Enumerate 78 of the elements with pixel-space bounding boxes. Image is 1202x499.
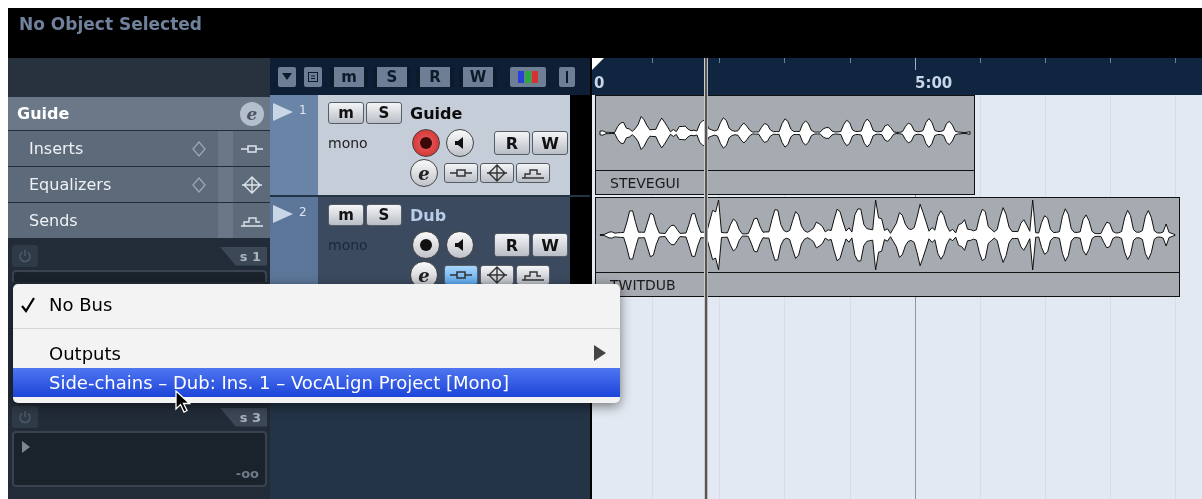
toolbar-toggle[interactable]: m [330,66,368,87]
equalizer-icon [487,164,507,182]
track-number: 1 [299,103,307,117]
record-button[interactable] [412,129,440,157]
read-button[interactable]: R [494,131,530,155]
read-button[interactable]: R [494,233,530,257]
speaker-icon [455,137,465,149]
track-name: Guide [410,103,463,123]
send-slot-tab[interactable]: s 3 [219,407,267,427]
send-icon [522,269,544,281]
insert-icon [450,270,472,280]
record-icon [420,137,432,149]
event-name: STEVEGUI [610,174,680,191]
menu-item[interactable]: Side-chains – Dub: Ins. 1 – VocALign Project [Mono] [13,368,620,397]
toolbar-toggle[interactable]: W [459,66,497,87]
flag-icon [273,103,293,121]
insert-icon [240,143,263,154]
list-icon [308,71,318,82]
info-title: No Object Selected [19,14,202,34]
section-label: Sends [29,211,78,230]
solo-button[interactable]: S [366,204,402,226]
inserts-button[interactable] [444,265,478,285]
sends-button[interactable] [516,163,550,183]
inserts-button[interactable] [444,163,478,183]
mute-button[interactable]: m [328,102,364,124]
diamond-icon [192,140,206,157]
play-icon [22,441,30,453]
send-field[interactable] [12,270,267,282]
color-bars-icon [518,70,538,83]
color-button[interactable] [510,66,546,87]
monitor-button[interactable] [446,129,474,157]
send-field[interactable]: -oo [12,431,267,487]
section-label: Equalizers [29,175,112,194]
toolbar-toggle[interactable]: S [373,66,411,87]
send-icon [240,214,263,227]
sends-button[interactable] [516,265,550,285]
equalizer-button[interactable] [480,163,514,183]
record-icon [420,239,432,251]
monitor-button[interactable] [446,231,474,259]
track-name: Guide [17,104,70,123]
toolbar-toggle[interactable]: R [416,66,454,87]
send-icon [522,167,544,179]
submenu-arrow-icon [594,345,606,361]
track-row[interactable]: 1 m S Guide mono R W e [270,95,590,195]
write-button[interactable]: W [532,233,568,257]
solo-button[interactable]: S [366,102,402,124]
flag-icon [273,205,293,223]
insert-icon [450,168,472,178]
equalizer-icon [487,266,507,284]
track-name: Dub [410,205,447,225]
event-name: TWITDUB [610,276,676,293]
speaker-icon [455,239,465,251]
list-button[interactable] [304,66,322,87]
inspector-track-header[interactable]: Guide e [8,97,270,130]
time-label: 5:00 [915,74,953,92]
edit-button[interactable]: e [410,159,438,187]
menu-item[interactable]: Outputs [13,339,620,368]
send-level: -oo [235,466,259,481]
equalizer-icon [241,175,262,194]
caret-icon [282,73,292,80]
time-ruler[interactable]: 0 5:00 [590,58,1202,95]
channel-mode: mono [328,135,369,151]
mute-button[interactable]: m [328,204,364,226]
send-slot-tab[interactable]: s 1 [219,246,267,266]
divider-button[interactable] [559,66,575,87]
track-number: 2 [299,205,307,219]
audio-event[interactable]: TWITDUB [595,197,1180,297]
power-icon [18,410,32,424]
dropdown-button[interactable] [278,66,296,87]
equalizer-button[interactable] [480,265,514,285]
section-label: Inserts [29,139,84,158]
record-button[interactable] [412,231,440,259]
edit-button[interactable]: e [240,101,264,126]
audio-event[interactable]: STEVEGUI [595,95,975,195]
power-icon [18,249,32,263]
time-label: 0 [594,74,605,92]
write-button[interactable]: W [532,131,568,155]
diamond-icon [192,176,206,193]
